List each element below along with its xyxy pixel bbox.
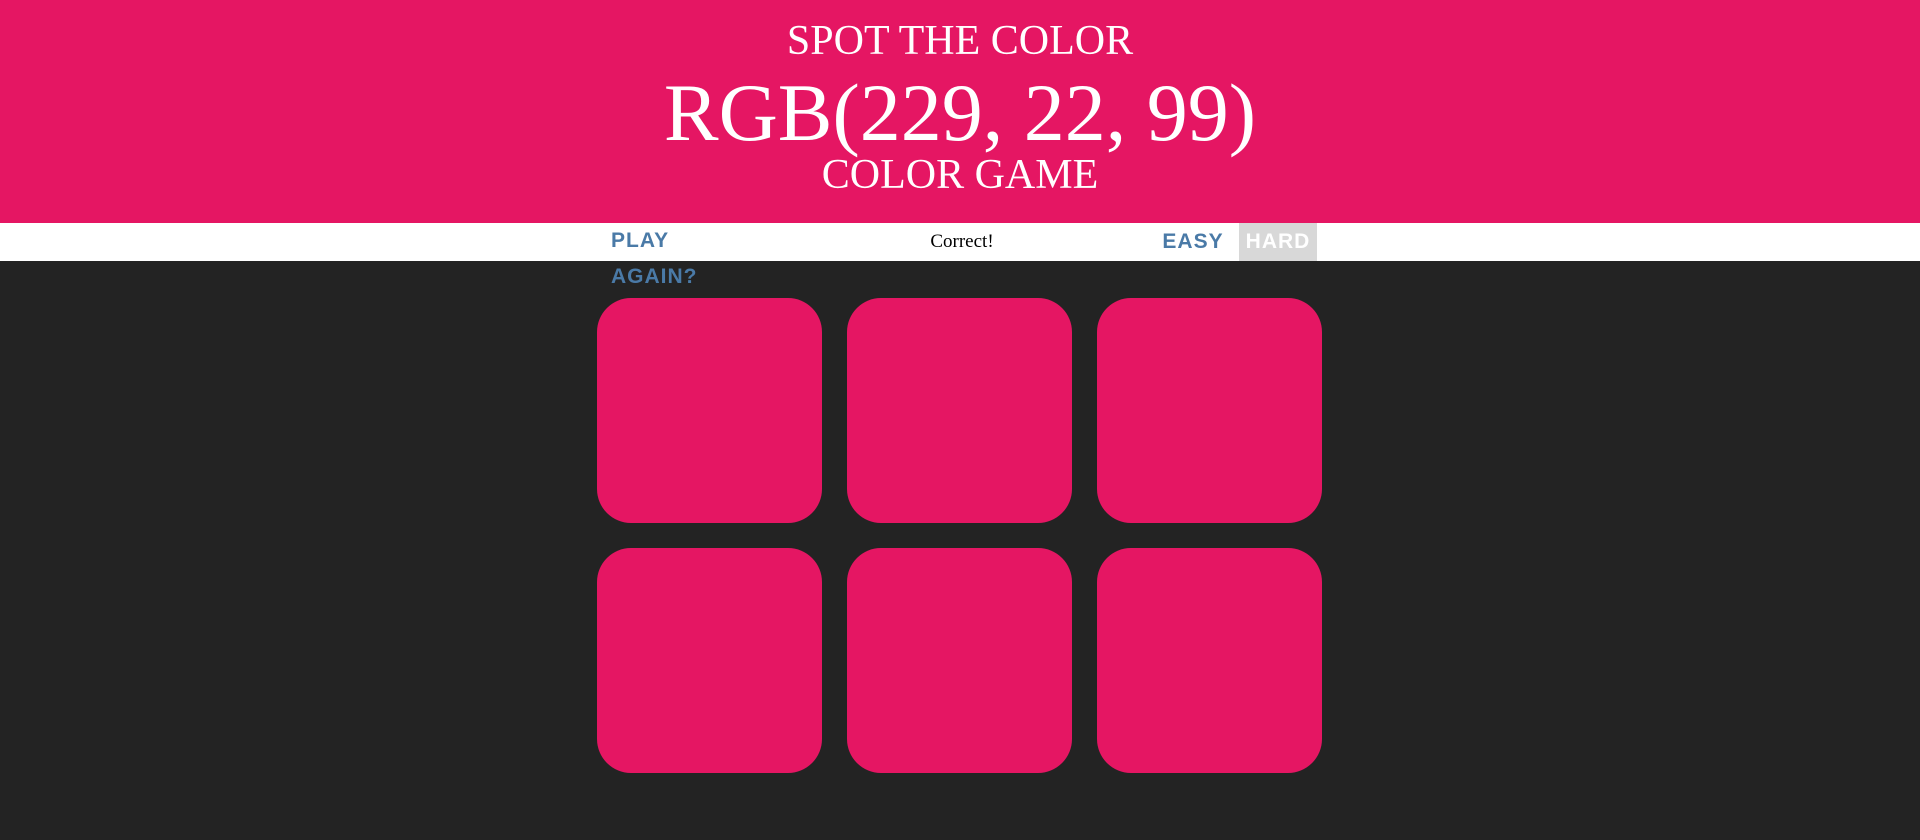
status-message: Correct! bbox=[930, 231, 994, 252]
easy-mode-button[interactable]: EASY bbox=[1160, 223, 1226, 261]
game-title: COLOR GAME bbox=[821, 152, 1099, 198]
color-square[interactable] bbox=[847, 548, 1072, 773]
color-square[interactable] bbox=[597, 298, 822, 523]
color-square[interactable] bbox=[1097, 548, 1322, 773]
color-square[interactable] bbox=[1097, 298, 1322, 523]
game-subtitle: SPOT THE COLOR bbox=[786, 18, 1134, 64]
hard-mode-button[interactable]: HARD bbox=[1239, 223, 1317, 261]
color-square[interactable] bbox=[597, 548, 822, 773]
control-stripe: PLAY AGAIN? Correct! EASY HARD bbox=[0, 223, 1920, 288]
play-again-button[interactable]: PLAY AGAIN? bbox=[611, 223, 759, 288]
color-square[interactable] bbox=[847, 298, 1072, 523]
rgb-display: RGB(229, 22, 99) bbox=[663, 67, 1257, 158]
squares-grid bbox=[597, 298, 1323, 774]
header: SPOT THE COLOR RGB(229, 22, 99) COLOR GA… bbox=[0, 0, 1920, 223]
